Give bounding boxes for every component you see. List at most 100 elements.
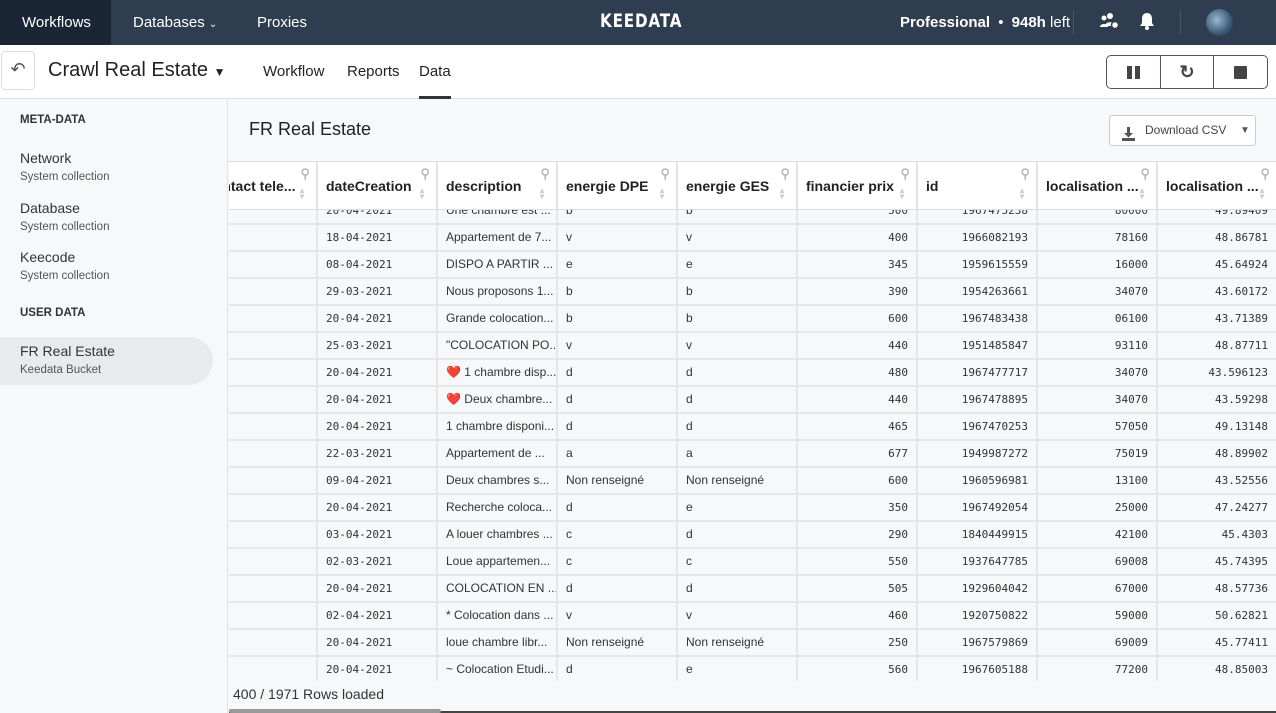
table-cell: c <box>558 549 678 574</box>
table-row[interactable]: 20-04-2021 loue chambre libr... Non rensei… <box>229 630 1276 657</box>
sort-icon[interactable]: ▲ ▼ <box>898 187 906 201</box>
tab-data[interactable]: Data <box>419 63 451 99</box>
column-header[interactable]: financier prix ⚲ ▲ ▼ <box>798 162 918 210</box>
table-cell <box>229 468 318 493</box>
table-cell: 45.4303 <box>1158 522 1276 547</box>
search-icon[interactable]: ⚲ <box>300 166 310 182</box>
table-cell: 1967477717 <box>918 360 1038 385</box>
table-cell: 20-04-2021 <box>318 387 438 412</box>
table-cell: 25000 <box>1038 495 1158 520</box>
table-cell: 560 <box>798 657 918 681</box>
refresh-icon: ↻ <box>1179 61 1195 82</box>
horizontal-scrollbar[interactable] <box>229 709 441 713</box>
search-icon[interactable]: ⚲ <box>420 166 430 182</box>
stop-button[interactable] <box>1214 56 1267 88</box>
table-cell: 1929604042 <box>918 576 1038 601</box>
table-cell: 465 <box>798 414 918 439</box>
column-header[interactable]: description ⚲ ▲ ▼ <box>438 162 558 210</box>
pause-button[interactable] <box>1107 56 1161 88</box>
table-row[interactable]: 20-04-2021 COLOCATION EN ... d d 505 19296040… <box>229 576 1276 603</box>
nav-proxies[interactable]: Proxies <box>257 0 307 45</box>
table-row[interactable]: 20-04-2021 ❤️ 1 chambre disp... d d 480 19674… <box>229 360 1276 387</box>
avatar[interactable] <box>1206 9 1233 36</box>
sort-icon[interactable]: ▲ ▼ <box>1138 187 1146 201</box>
table-cell: 600 <box>798 468 918 493</box>
tab-workflow[interactable]: Workflow <box>263 63 324 80</box>
search-icon[interactable]: ⚲ <box>780 166 790 182</box>
table-row[interactable]: 08-04-2021 DISPO A PARTIR ... e e 345 1959615… <box>229 252 1276 279</box>
table-row[interactable]: 25-03-2021 "COLOCATION PO... v v 440 19514858… <box>229 333 1276 360</box>
search-icon[interactable]: ⚲ <box>1260 166 1270 182</box>
restart-button[interactable]: ↻ <box>1161 56 1215 88</box>
table-cell: d <box>558 414 678 439</box>
search-icon[interactable]: ⚲ <box>1020 166 1030 182</box>
table-cell: 1937647785 <box>918 549 1038 574</box>
caret-down-icon[interactable]: ▼ <box>1240 116 1250 145</box>
hours-left: 948h <box>1011 14 1046 31</box>
table-row[interactable]: 02-04-2021 * Colocation dans ... v v 460 1920… <box>229 603 1276 630</box>
table-row[interactable]: 20-04-2021 1 chambre disponi... d d 465 19674… <box>229 414 1276 441</box>
item-sub: System collection <box>20 270 110 282</box>
table-cell: Nous proposons 1... <box>438 279 558 304</box>
search-icon[interactable]: ⚲ <box>660 166 670 182</box>
column-header[interactable]: id ⚲ ▲ ▼ <box>918 162 1038 210</box>
table-cell: d <box>558 495 678 520</box>
back-button[interactable]: ↶ <box>1 51 35 90</box>
table-row[interactable]: 20-04-2021 Grande colocation... b b 600 19674… <box>229 306 1276 333</box>
table-cell: 480 <box>798 360 918 385</box>
column-header[interactable]: localisation ... ⚲ ▲ ▼ <box>1158 162 1276 210</box>
column-header[interactable]: localisation ... ⚲ ▲ ▼ <box>1038 162 1158 210</box>
search-icon[interactable]: ⚲ <box>900 166 910 182</box>
sort-icon[interactable]: ▲ ▼ <box>298 187 306 201</box>
table-row[interactable]: 02-03-2021 Loue appartemen... c c 550 1937647… <box>229 549 1276 576</box>
sidebar-item-fr-real-estate[interactable]: FR Real Estate Keedata Bucket <box>0 337 213 385</box>
table-cell: 1959615559 <box>918 252 1038 277</box>
table-cell: A louer chambres ... <box>438 522 558 547</box>
table-cell: 440 <box>798 387 918 412</box>
column-header[interactable]: dateCreation ⚲ ▲ ▼ <box>318 162 438 210</box>
column-header[interactable]: energie DPE ⚲ ▲ ▼ <box>558 162 678 210</box>
table-row[interactable]: 20-04-2021 ❤️ Deux chambre... d d 440 1967478… <box>229 387 1276 414</box>
column-label: description <box>446 178 522 194</box>
table-row[interactable]: 22-03-2021 Appartement de ... a a 677 1949987… <box>229 441 1276 468</box>
sidebar-item-keecode[interactable]: Keecode System collection <box>0 243 213 291</box>
table-cell: c <box>678 549 798 574</box>
table-cell: 48.57736 <box>1158 576 1276 601</box>
workflow-title-dropdown[interactable]: Crawl Real Estate ▼ <box>48 59 226 82</box>
sort-icon[interactable]: ▲ ▼ <box>1258 187 1266 201</box>
sort-icon[interactable]: ▲ ▼ <box>538 187 546 201</box>
column-header[interactable]: energie GES ⚲ ▲ ▼ <box>678 162 798 210</box>
sidebar-item-network[interactable]: Network System collection <box>0 144 213 192</box>
column-label: localisation ... <box>1166 178 1259 194</box>
table-cell: 77200 <box>1038 657 1158 681</box>
search-icon[interactable]: ⚲ <box>540 166 550 182</box>
tab-reports[interactable]: Reports <box>347 63 400 80</box>
sort-icon[interactable]: ▲ ▼ <box>1018 187 1026 201</box>
table-row[interactable]: 29-03-2021 Nous proposons 1... b b 390 195426… <box>229 279 1276 306</box>
column-header[interactable]: contact tele...⚲ ▲▼ <box>229 162 318 210</box>
sort-icon[interactable]: ▲ ▼ <box>658 187 666 201</box>
sort-icon[interactable]: ▲ ▼ <box>778 187 786 201</box>
search-icon[interactable]: ⚲ <box>1140 166 1150 182</box>
table-row[interactable]: 18-04-2021 Appartement de 7... v v 400 196608… <box>229 225 1276 252</box>
download-csv-button[interactable]: Download CSV ▼ <box>1109 115 1256 146</box>
item-sub: System collection <box>20 171 110 183</box>
table-row[interactable]: 09-04-2021 Deux chambres s... Non renseign… <box>229 468 1276 495</box>
table-cell: 20-04-2021 <box>318 630 438 655</box>
table-cell: 350 <box>798 495 918 520</box>
table-cell: 45.74395 <box>1158 549 1276 574</box>
nav-databases[interactable]: Databases ⌄ <box>133 0 217 45</box>
table-cell: d <box>678 522 798 547</box>
sidebar-item-database[interactable]: Database System collection <box>0 194 213 242</box>
table-cell: 1951485847 <box>918 333 1038 358</box>
bell-icon[interactable] <box>1139 12 1155 35</box>
table-cell: Non renseigné <box>678 468 798 493</box>
table-row[interactable]: 03-04-2021 A louer chambres ... c d 290 18404… <box>229 522 1276 549</box>
table-row[interactable]: 20-04-2021 Recherche coloca... d e 350 196749… <box>229 495 1276 522</box>
table-row[interactable]: 20-04-2021 ~ Colocation Etudi... d e 560 1967… <box>229 657 1276 681</box>
nav-workflows[interactable]: Workflows <box>0 0 111 45</box>
team-settings-icon[interactable] <box>1099 12 1121 37</box>
plan-status: Professional • 948h left <box>900 0 1070 45</box>
sort-icon[interactable]: ▲ ▼ <box>418 187 426 201</box>
table-cell: d <box>558 576 678 601</box>
